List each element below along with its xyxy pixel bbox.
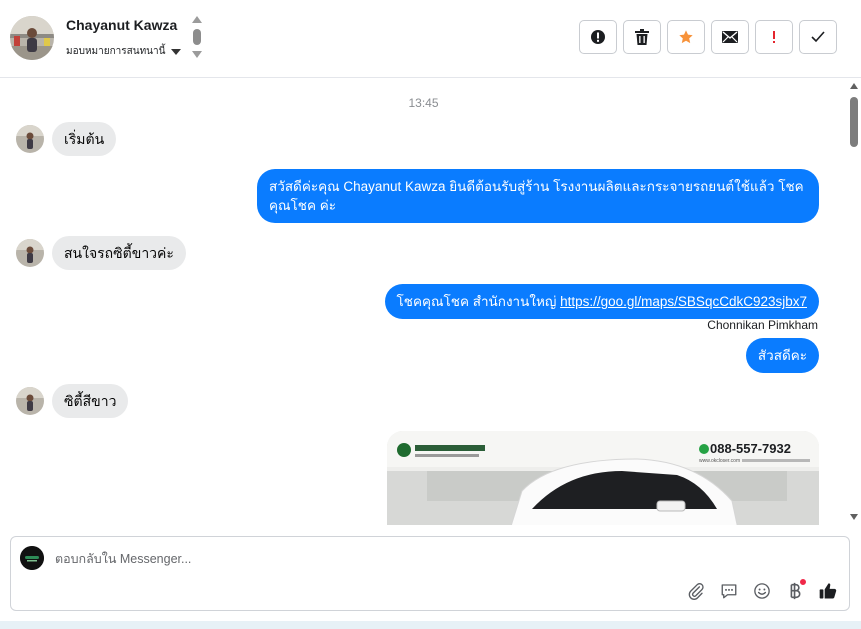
thread-scrollbar[interactable] bbox=[847, 79, 861, 525]
send-like-button[interactable] bbox=[817, 580, 839, 602]
mark-done-button[interactable] bbox=[799, 20, 837, 54]
message-text-line: คุณโชค ค่ะ bbox=[269, 198, 337, 213]
conversation-toolbar bbox=[579, 20, 837, 54]
shop-website: www.okcloser.com bbox=[697, 458, 743, 464]
saved-replies-button[interactable] bbox=[718, 580, 740, 602]
message-thread[interactable]: 13:45 เริ่มต้น สวัสดีค่ะคุณ Chayanut Kaw… bbox=[0, 79, 847, 525]
incoming-message: เริ่มต้น bbox=[16, 122, 117, 156]
assign-conversation-label: มอบหมายการสนทนานี้ bbox=[66, 46, 166, 57]
contact-name[interactable]: Chayanut Kawza bbox=[66, 17, 177, 33]
assign-conversation-dropdown[interactable]: มอบหมายการสนทนานี้ bbox=[66, 44, 182, 59]
exclamation-icon bbox=[773, 31, 775, 43]
sender-avatar[interactable] bbox=[16, 239, 44, 267]
navigator-handle bbox=[193, 29, 201, 45]
previous-conversation-arrow-icon[interactable] bbox=[192, 16, 202, 23]
message-bubble[interactable]: ซิตี้สีขาว bbox=[52, 384, 129, 418]
next-conversation-arrow-icon[interactable] bbox=[192, 51, 202, 58]
outgoing-message: สวัสดีค่ะคุณ Chayanut Kawza ยินดีต้อนรับ… bbox=[257, 169, 819, 223]
conversation-header: Chayanut Kawza มอบหมายการสนทนานี้ bbox=[0, 0, 861, 78]
payment-button[interactable] bbox=[784, 578, 807, 602]
message-timestamp: 13:45 bbox=[408, 96, 439, 110]
page-avatar bbox=[20, 546, 44, 570]
scroll-down-arrow-icon[interactable] bbox=[850, 514, 858, 520]
envelope-icon bbox=[722, 31, 738, 43]
attach-file-button[interactable] bbox=[685, 580, 707, 602]
paperclip-icon bbox=[688, 583, 704, 600]
sender-avatar[interactable] bbox=[16, 125, 44, 153]
message-bubble[interactable]: โชคคุณโชค สำนักงานใหญ่ https://goo.gl/ma… bbox=[384, 284, 819, 319]
reply-composer bbox=[10, 536, 850, 611]
message-bubble[interactable]: สนใจรถซิตี้ขาวค่ะ bbox=[52, 236, 186, 270]
sender-name-label: Chonnikan Pimkham bbox=[707, 318, 818, 332]
alert-circle-icon bbox=[591, 30, 605, 44]
outgoing-message: สัวสดีคะ bbox=[745, 338, 819, 373]
mark-spam-button[interactable] bbox=[579, 20, 617, 54]
message-bubble[interactable]: สวัสดีค่ะคุณ Chayanut Kawza ยินดีต้อนรับ… bbox=[257, 169, 819, 223]
conversation-navigator bbox=[190, 14, 204, 62]
message-bubble[interactable]: สัวสดีคะ bbox=[745, 338, 819, 373]
incoming-message: สนใจรถซิตี้ขาวค่ะ bbox=[16, 236, 186, 270]
check-icon bbox=[811, 31, 825, 43]
smiley-icon bbox=[754, 583, 770, 599]
chevron-down-icon bbox=[171, 48, 182, 55]
message-bubble[interactable]: เริ่มต้น bbox=[52, 122, 117, 156]
outgoing-message: โชคคุณโชค สำนักงานใหญ่ https://goo.gl/ma… bbox=[384, 284, 819, 319]
star-icon bbox=[679, 30, 693, 44]
page-bottom-strip bbox=[0, 621, 861, 629]
incoming-message: ซิตี้สีขาว bbox=[16, 384, 129, 418]
reply-input[interactable] bbox=[55, 549, 815, 569]
chat-bubble-icon bbox=[721, 584, 737, 599]
thumbs-up-icon bbox=[819, 583, 837, 599]
mark-unread-button[interactable] bbox=[711, 20, 749, 54]
follow-up-button[interactable] bbox=[667, 20, 705, 54]
shop-phone-number: 088-557-7932 bbox=[710, 441, 791, 456]
emoji-button[interactable] bbox=[751, 580, 773, 602]
image-attachment[interactable]: 088-557-7932 www.okcloser.com bbox=[387, 431, 819, 525]
scroll-up-arrow-icon[interactable] bbox=[850, 83, 858, 89]
scrollbar-thumb[interactable] bbox=[850, 97, 858, 147]
delete-button[interactable] bbox=[623, 20, 661, 54]
message-text: โชคคุณโชค สำนักงานใหญ่ bbox=[396, 294, 561, 309]
composer-actions bbox=[685, 578, 839, 602]
maps-link[interactable]: https://goo.gl/maps/SBSqcCdkC923sjbx7 bbox=[560, 294, 807, 309]
notification-dot bbox=[799, 578, 807, 586]
trash-icon bbox=[635, 29, 649, 45]
contact-avatar[interactable] bbox=[10, 16, 54, 60]
sender-avatar[interactable] bbox=[16, 387, 44, 415]
message-text-line: สวัสดีค่ะคุณ Chayanut Kawza ยินดีต้อนรับ… bbox=[269, 179, 804, 194]
priority-button[interactable] bbox=[755, 20, 793, 54]
